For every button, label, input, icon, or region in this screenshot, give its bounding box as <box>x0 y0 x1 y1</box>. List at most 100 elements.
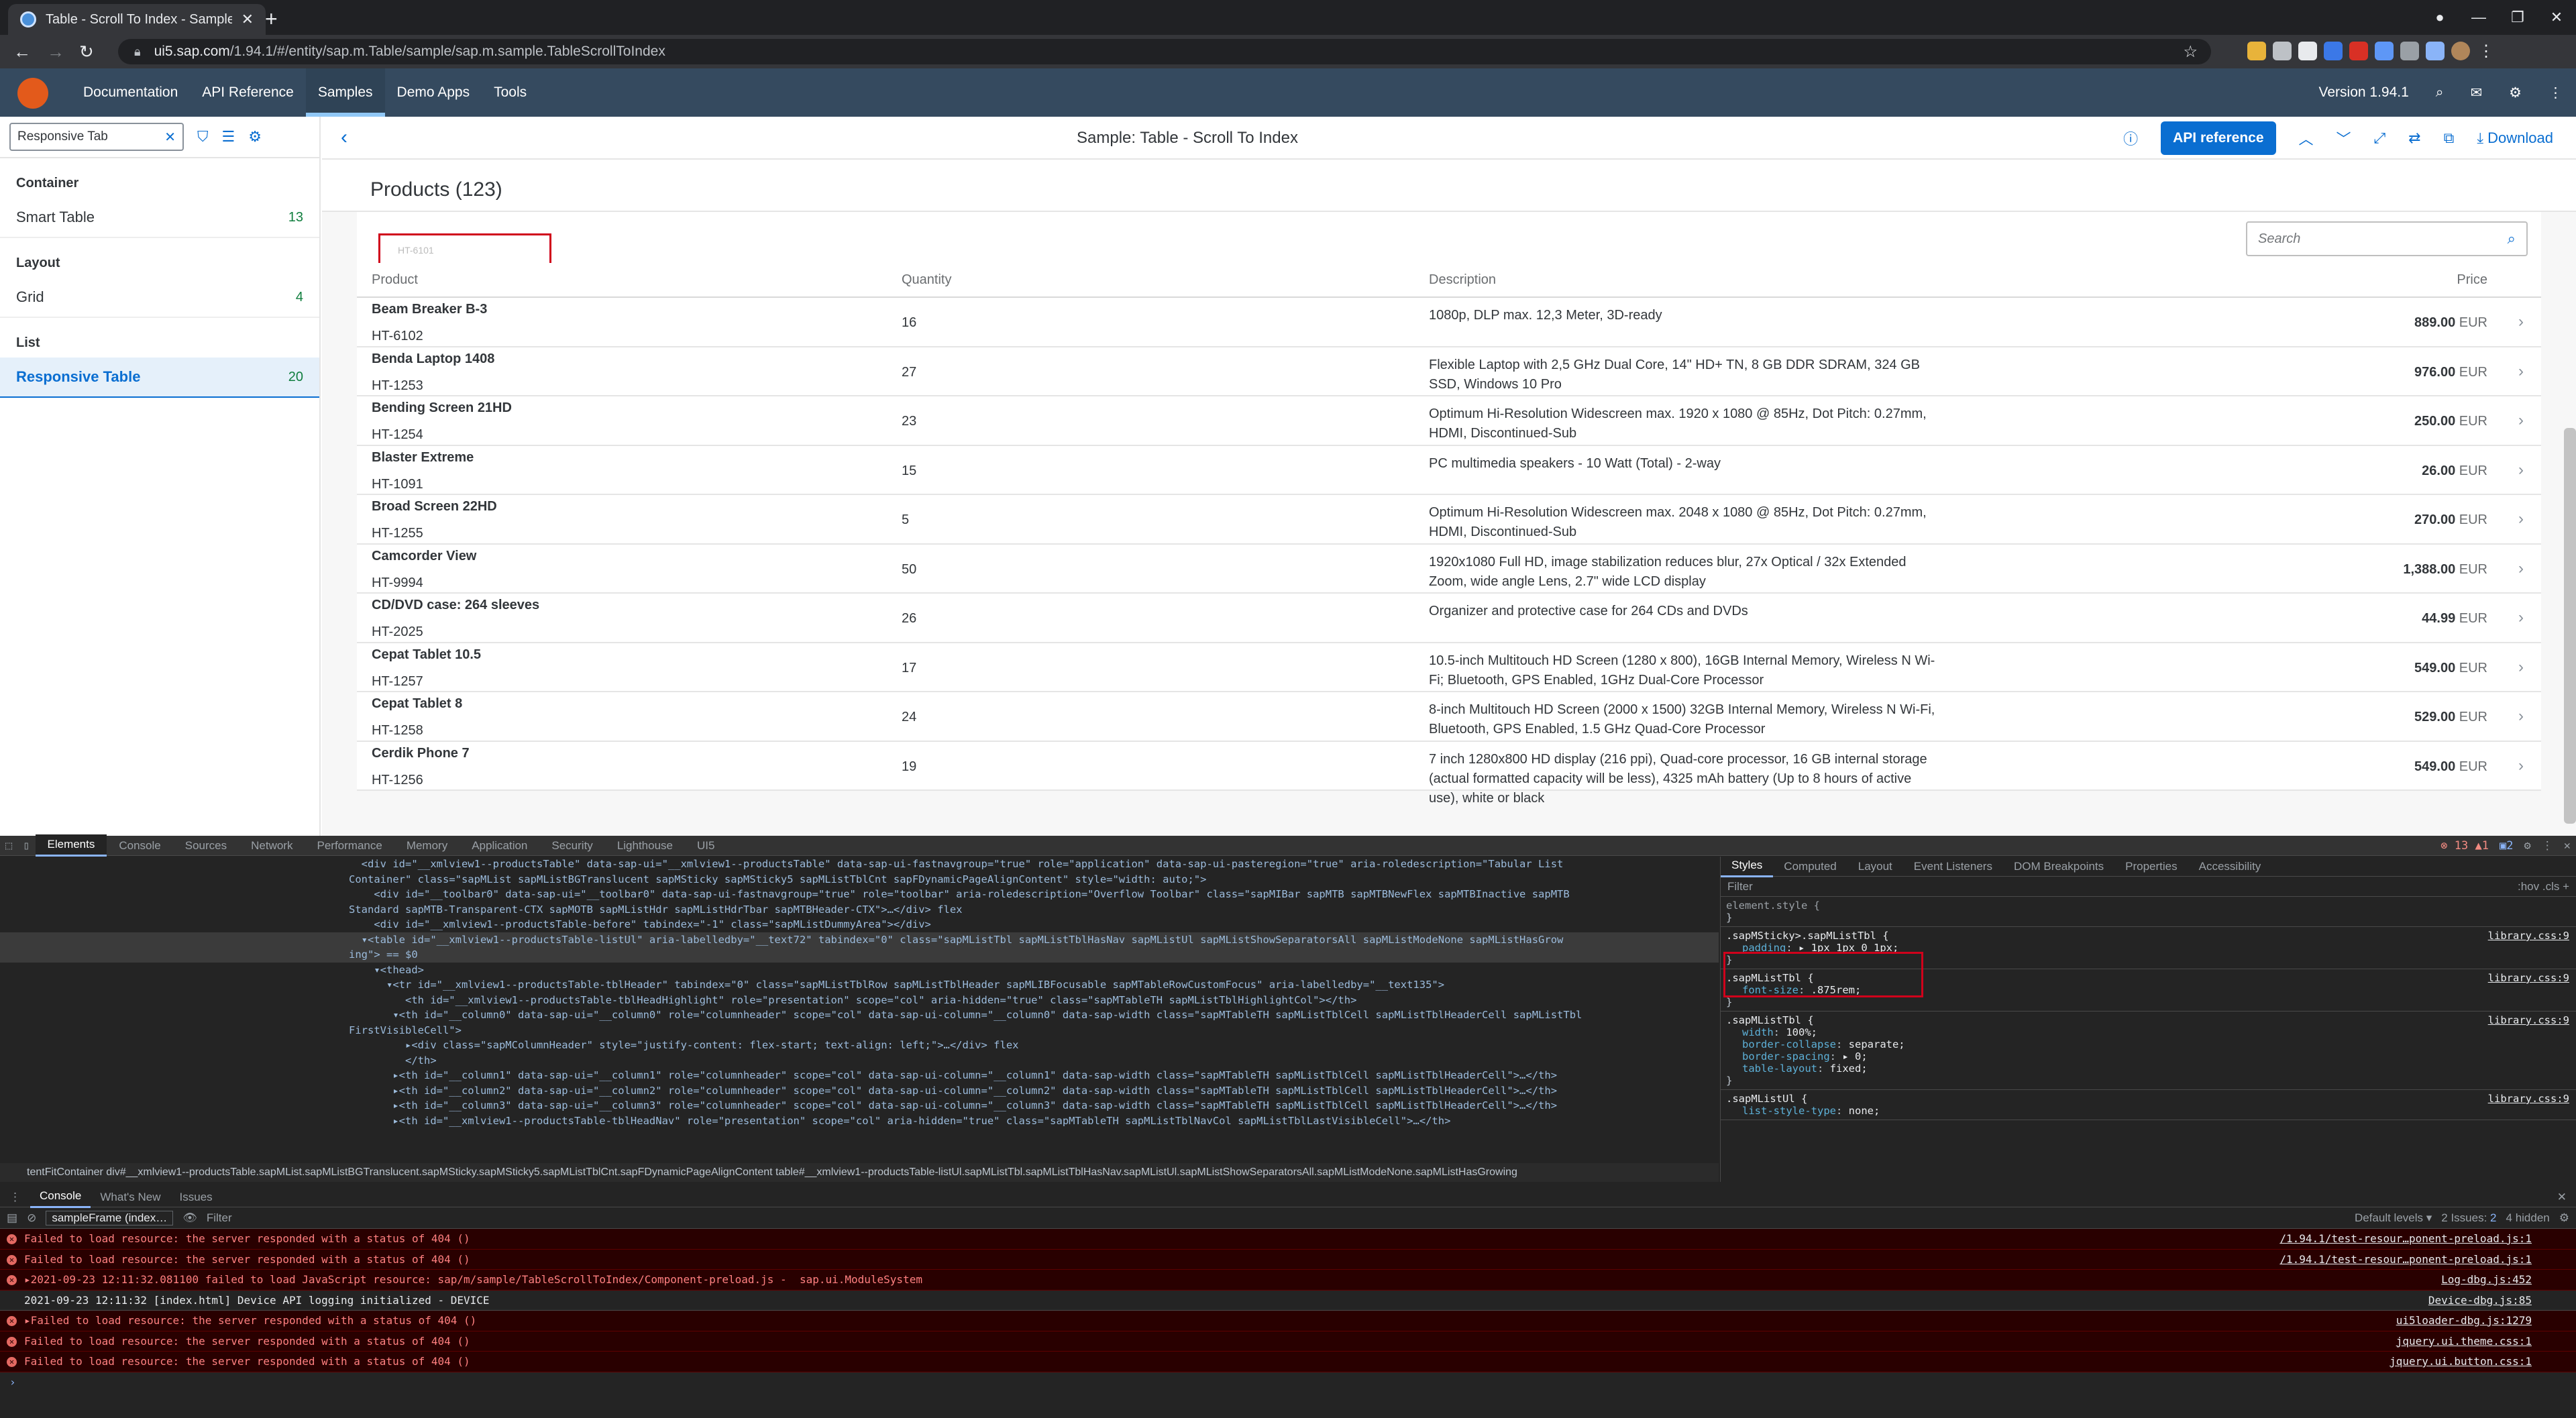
tab-accessibility[interactable]: Accessibility <box>2188 857 2272 877</box>
tab-security[interactable]: Security <box>539 836 604 856</box>
tab-application[interactable]: Application <box>460 836 539 856</box>
console-source-link[interactable]: /1.94.1/test-resour…ponent-preload.js:1 <box>2279 1250 2532 1270</box>
row-navigation-chevron-icon[interactable]: › <box>2518 658 2524 677</box>
dom-node-line[interactable]: <th id="__xmlview1--productsTable-tblHea… <box>0 993 1719 1008</box>
css-selector[interactable]: element.style { <box>1726 899 2571 912</box>
row-navigation-chevron-icon[interactable]: › <box>2518 362 2524 381</box>
dom-node-line[interactable]: Container" class="sapMList sapMListBGTra… <box>0 872 1719 887</box>
console-error-message[interactable]: ✕ ▸2021-09-23 12:11:32.081100 failed to l… <box>0 1270 2576 1291</box>
dom-node-line[interactable]: FirstVisibleCell"> <box>0 1023 1719 1038</box>
info-icon[interactable]: ⓘ <box>2123 127 2138 149</box>
restore-icon[interactable]: ❐ <box>2498 9 2537 26</box>
tab-computed[interactable]: Computed <box>1773 857 1847 877</box>
css-declaration[interactable]: border-spacing: ▸ 0; <box>1726 1050 2571 1062</box>
forward-arrow-icon[interactable]: → <box>47 42 64 62</box>
dom-node-line[interactable]: ▸<th id="__column2" data-sap-ui="__colum… <box>0 1083 1719 1099</box>
tab-sources[interactable]: Sources <box>173 836 239 856</box>
hov-cls-controls[interactable]: :hov .cls + <box>2518 880 2569 893</box>
column-header-product[interactable]: Product <box>372 272 418 288</box>
tab-event-listeners[interactable]: Event Listeners <box>1903 857 2003 877</box>
kebab-menu-icon[interactable]: ⋮ <box>2477 42 2496 60</box>
dom-node-line[interactable]: </th> <box>0 1053 1719 1069</box>
minimize-icon[interactable]: — <box>2459 9 2498 26</box>
tree-item-responsive-table[interactable]: Responsive Table 20 <box>0 358 319 398</box>
table-row[interactable]: Beam Breaker B-3 HT-6102 16 1080p, DLP max.… <box>357 298 2541 347</box>
row-navigation-chevron-icon[interactable]: › <box>2518 313 2524 331</box>
console-log-message[interactable]: 2021-09-23 12:11:32 [index.html] Device … <box>0 1290 2576 1311</box>
table-row[interactable]: Bending Screen 21HD HT-1254 23 Optimum Hi-R… <box>357 396 2541 446</box>
table-row[interactable]: Blaster Extreme HT-1091 15 PC multimedia sp… <box>357 445 2541 495</box>
console-error-message[interactable]: ✕ ▸Failed to load resource: the server re… <box>0 1311 2576 1331</box>
extension-icon[interactable] <box>2400 42 2419 60</box>
dom-node-line[interactable]: ▾<thead> <box>0 963 1719 978</box>
extension-icon[interactable] <box>2324 42 2343 60</box>
table-row[interactable]: CD/DVD case: 264 sleeves HT-2025 26 Organiz… <box>357 594 2541 643</box>
tab-close-icon[interactable]: ✕ <box>241 11 254 28</box>
css-source-link[interactable]: library.css:9 <box>2488 972 2569 984</box>
table-row[interactable]: Broad Screen 22HD HT-1255 5 Optimum Hi-Reso… <box>357 495 2541 545</box>
css-selector[interactable]: .sapMListTbl { <box>1726 1014 2571 1026</box>
console-source-link[interactable]: ui5loader-dbg.js:1279 <box>2396 1311 2532 1331</box>
version-label[interactable]: Version 1.94.1 <box>2319 85 2409 101</box>
dom-node-line[interactable]: ▾<tr id="__xmlview1--productsTable-tblHe… <box>0 977 1719 993</box>
tab-performance[interactable]: Performance <box>305 836 394 856</box>
search-icon[interactable]: ⌕ <box>2436 85 2444 101</box>
column-header-quantity[interactable]: Quantity <box>902 272 951 288</box>
drawer-menu-icon[interactable]: ⋮ <box>0 1187 30 1207</box>
search-icon[interactable]: ⌕ <box>2508 230 2516 248</box>
tree-search-input[interactable]: Responsive Tab ✕ <box>9 123 184 151</box>
next-sample-icon[interactable]: ﹀ <box>2337 127 2351 149</box>
tab-console-drawer[interactable]: Console <box>30 1186 91 1208</box>
css-source-link[interactable]: library.css:9 <box>2488 1093 2569 1105</box>
css-declaration[interactable]: list-style-type: none; <box>1726 1105 2571 1117</box>
css-declaration[interactable]: table-layout: fixed; <box>1726 1062 2571 1075</box>
extension-icon[interactable] <box>2247 42 2266 60</box>
reload-icon[interactable]: ↻ <box>79 42 94 62</box>
download-button[interactable]: ⤓ Download <box>2477 129 2553 147</box>
tree-item-grid[interactable]: Grid 4 <box>0 278 319 318</box>
api-reference-button[interactable]: API reference <box>2161 121 2276 155</box>
dom-node-line[interactable]: <div id="__xmlview1--productsTable" data… <box>0 857 1719 872</box>
row-navigation-chevron-icon[interactable]: › <box>2518 510 2524 529</box>
nav-tools[interactable]: Tools <box>482 68 539 117</box>
nav-documentation[interactable]: Documentation <box>71 68 190 117</box>
error-count[interactable]: ⊗ 13 ▲1 <box>2435 839 2494 853</box>
source-code-icon[interactable]: ⇄ <box>2408 129 2420 147</box>
content-scrollbar[interactable] <box>2564 428 2576 824</box>
tab-properties[interactable]: Properties <box>2114 857 2188 877</box>
css-source-link[interactable]: library.css:9 <box>2488 1014 2569 1026</box>
browser-tab[interactable]: Table - Scroll To Index - Samples ✕ <box>8 4 266 35</box>
dom-node-line[interactable]: Standard sapMTB-Transparent-CTX sapMOTB … <box>0 902 1719 918</box>
filter-icon[interactable]: ⛉ <box>197 128 209 146</box>
tab-layout[interactable]: Layout <box>1847 857 1903 877</box>
nav-api-reference[interactable]: API Reference <box>190 68 306 117</box>
inspect-icon[interactable]: ⬚ <box>0 839 17 853</box>
console-error-message[interactable]: ✕ Failed to load resource: the server res… <box>0 1352 2576 1372</box>
nav-demo-apps[interactable]: Demo Apps <box>385 68 482 117</box>
settings-icon[interactable]: ⚙ <box>248 128 262 146</box>
new-tab-button[interactable]: + <box>265 7 278 32</box>
tab-console[interactable]: Console <box>107 836 172 856</box>
openui5-logo[interactable] <box>17 78 48 109</box>
live-expression-icon[interactable]: 👁︎ <box>182 1211 197 1225</box>
dom-node-line[interactable]: ▸<th id="__column1" data-sap-ui="__colum… <box>0 1068 1719 1083</box>
issues-link[interactable]: 2 Issues: 2 <box>2441 1211 2496 1225</box>
dom-node-line[interactable]: ▾<table id="__xmlview1--productsTable-li… <box>0 932 1719 947</box>
back-arrow-icon[interactable]: ← <box>13 42 31 62</box>
console-error-message[interactable]: ✕ Failed to load resource: the server res… <box>0 1331 2576 1352</box>
console-error-message[interactable]: ✕ Failed to load resource: the server res… <box>0 1249 2576 1270</box>
table-row[interactable]: Benda Laptop 1408 HT-1253 27 Flexible Lapto… <box>357 347 2541 396</box>
dom-node-line[interactable]: ing"> == $0 <box>0 947 1719 963</box>
column-header-price[interactable]: Price <box>2457 272 2487 288</box>
table-search-input[interactable]: Search ⌕ <box>2246 221 2528 256</box>
new-window-icon[interactable]: ⧉ <box>2444 129 2455 147</box>
settings-icon[interactable]: ⚙ <box>2519 839 2536 853</box>
clear-icon[interactable]: ✕ <box>164 129 176 146</box>
row-navigation-chevron-icon[interactable]: › <box>2518 559 2524 578</box>
css-declaration[interactable]: width: 100%; <box>1726 1026 2571 1038</box>
console-source-link[interactable]: jquery.ui.button.css:1 <box>2390 1352 2532 1372</box>
extension-icon[interactable] <box>2273 42 2292 60</box>
dom-node-line[interactable]: ▸<th id="__column3" data-sap-ui="__colum… <box>0 1098 1719 1113</box>
tree-item-smart-table[interactable]: Smart Table 13 <box>0 198 319 238</box>
tab-ui5[interactable]: UI5 <box>685 836 727 856</box>
